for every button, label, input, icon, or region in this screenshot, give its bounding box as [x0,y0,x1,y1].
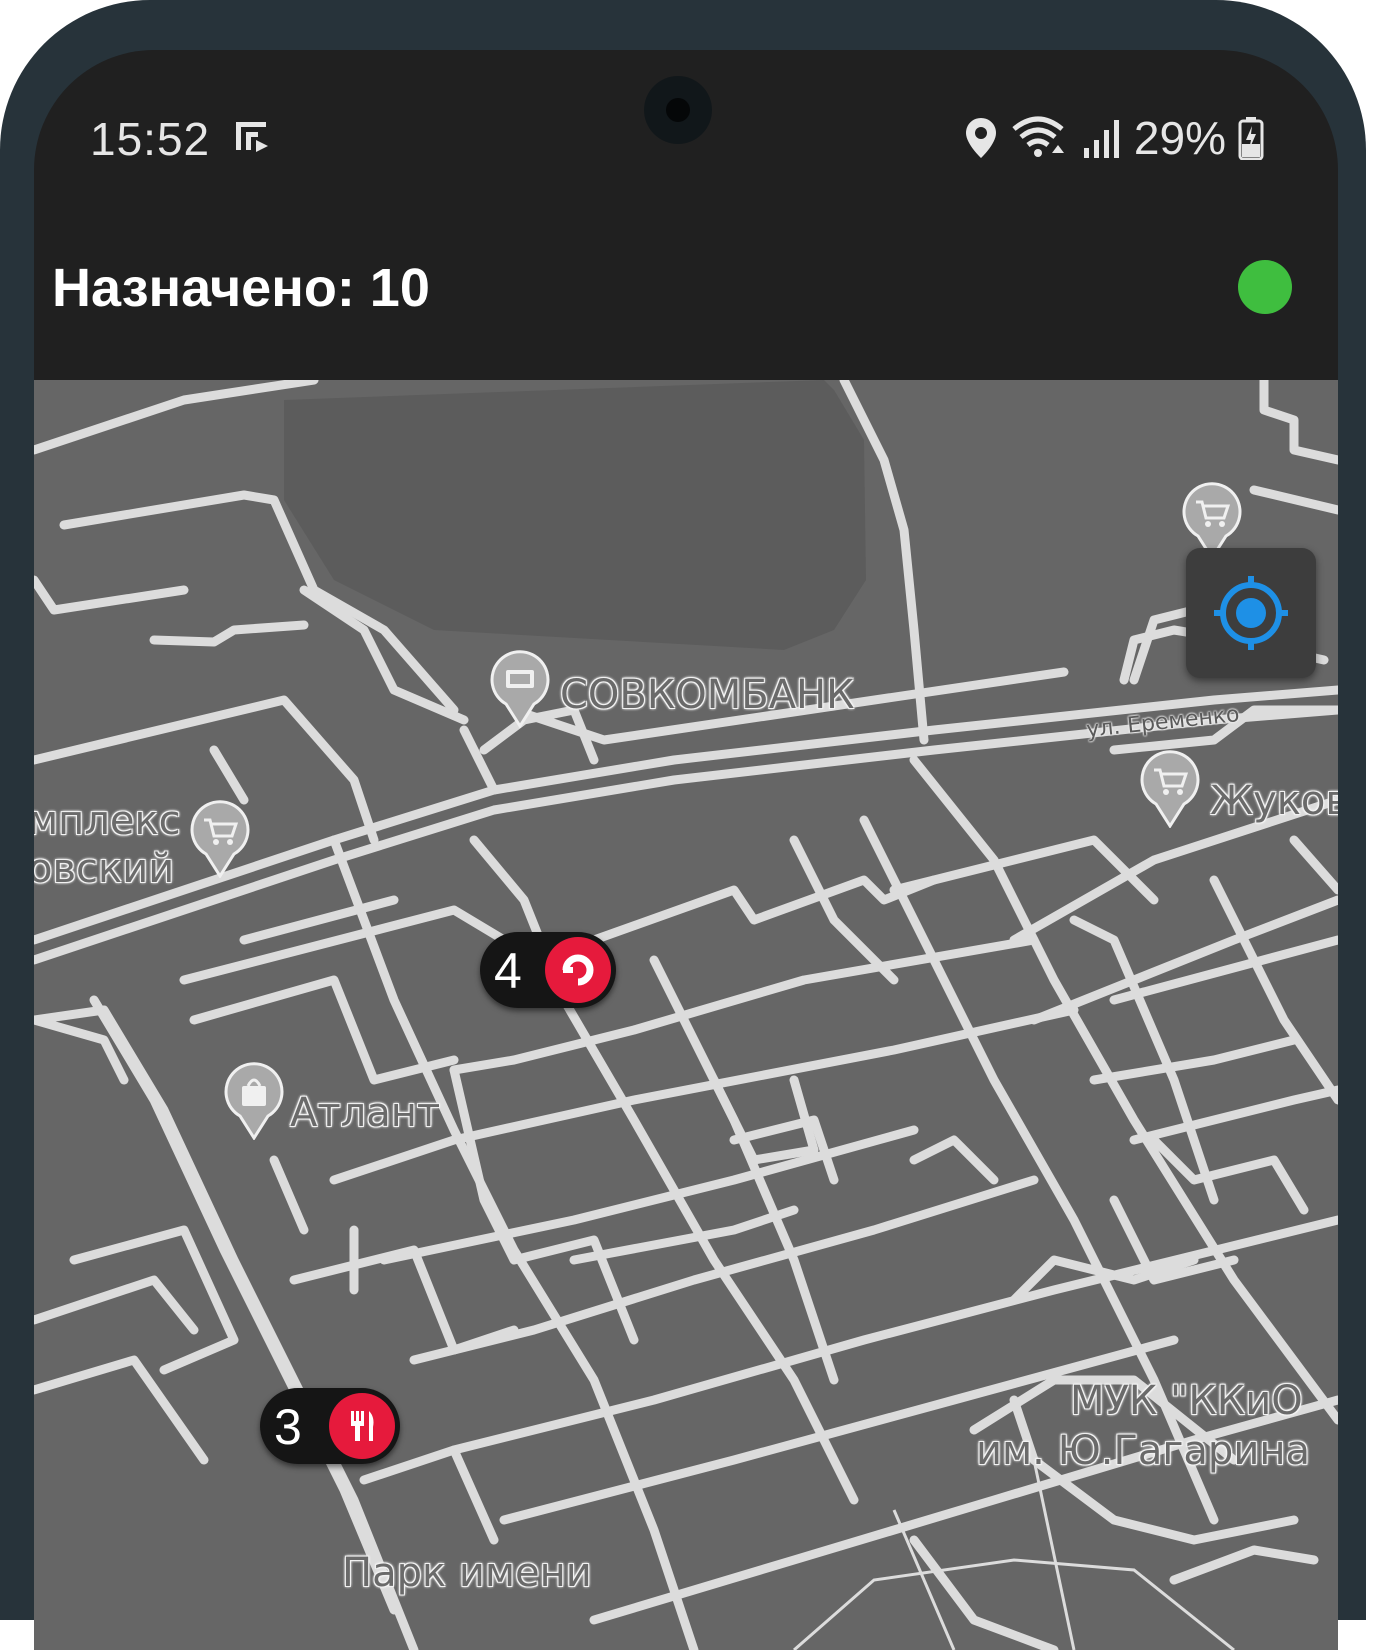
battery-percent: 29% [1133,112,1226,164]
map-label[interactable]: им. Ю.Гагарина [976,1428,1310,1474]
map-view[interactable]: СОВКОМБАНК ул. Еременко Жуков мплекс овс… [34,380,1338,1650]
notification-icon [236,122,268,152]
power-button [1352,1130,1366,1330]
map-label[interactable]: СОВКОМБАНК [560,672,855,718]
order-marker[interactable]: 3 [260,1388,400,1464]
marker-badge [545,937,611,1003]
wifi-icon [1012,116,1064,157]
status-right-group: 29% [964,112,1264,164]
app-header: Назначено: 10 [34,200,1338,380]
status-bar: 15:52 29% [34,50,1338,200]
map-label[interactable]: Атлант [290,1090,440,1136]
volume-button [1352,548,1366,928]
restart-icon [562,954,594,986]
phone-frame: 15:52 29% Назначено: 10 СОВКОМБАНК ул. Е… [0,0,1366,1650]
shopping-cart-icon[interactable] [1140,748,1200,828]
map-label[interactable]: овский [34,846,174,892]
map-label[interactable]: Жуков [1210,778,1338,824]
battery-icon [1238,117,1264,160]
status-time: 15:52 [90,113,211,165]
order-marker[interactable]: 4 [480,932,616,1008]
marker-number: 4 [494,943,522,999]
shopping-cart-icon[interactable] [190,798,250,878]
location-icon [965,118,996,158]
marker-number: 3 [274,1399,302,1455]
online-status-indicator[interactable] [1238,260,1292,314]
map-label[interactable]: мплекс [34,798,181,844]
screen: 15:52 29% Назначено: 10 СОВКОМБАНК ул. Е… [34,50,1338,1650]
marker-badge [329,1393,395,1459]
map-label[interactable]: МУК "ККиО [1070,1378,1303,1424]
crosshair-icon [1214,576,1288,650]
restaurant-icon [351,1411,374,1441]
signal-icon [1083,120,1119,158]
bank-icon[interactable] [490,648,550,728]
page-title: Назначено: 10 [52,258,430,318]
my-location-button[interactable] [1186,548,1316,678]
map-label[interactable]: Парк имени [342,1550,592,1596]
shopping-bag-icon[interactable] [224,1060,284,1140]
